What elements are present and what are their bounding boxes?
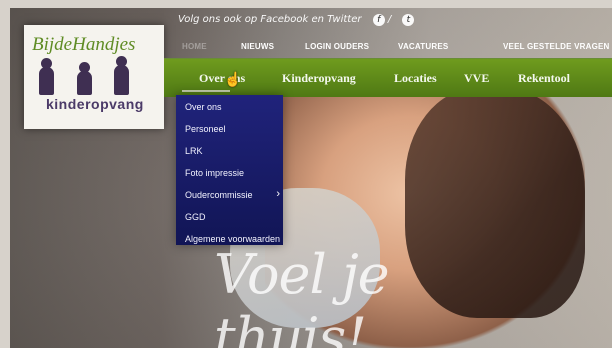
top-link-vacancies[interactable]: VACATURES	[398, 42, 448, 51]
dropdown-item-oudercommissie[interactable]: Oudercommissie	[185, 188, 280, 206]
hero-tagline: Voel je thuis!	[214, 243, 390, 348]
social-separator: /	[387, 14, 395, 25]
twitter-icon[interactable]: t	[402, 14, 415, 26]
top-link-home[interactable]: HOME	[182, 42, 207, 51]
nav-locaties[interactable]: Locaties	[394, 71, 437, 86]
facebook-icon[interactable]: f	[372, 14, 385, 26]
child-figure-icon	[114, 56, 129, 95]
social-text: Volg ons ook op Facebook en Twitter	[178, 14, 362, 25]
active-tab-indicator	[182, 90, 230, 92]
child-figure-icon	[77, 62, 92, 95]
nav-kinderopvang[interactable]: Kinderopvang	[282, 71, 356, 86]
dropdown-item-lrk[interactable]: LRK	[185, 146, 280, 162]
logo-wordmark: BijdeHandjes	[32, 34, 136, 55]
top-bar: Volg ons ook op Facebook en Twitter f / …	[172, 14, 612, 58]
dropdown-item-foto-impressie[interactable]: Foto impressie	[185, 168, 280, 184]
site-logo[interactable]: BijdeHandjes kinderopvang	[24, 25, 164, 129]
nav-rekentool[interactable]: Rekentool	[518, 71, 570, 86]
top-link-faq[interactable]: VEEL GESTELDE VRAGEN	[503, 42, 610, 51]
photo-frame: BijdeHandjes kinderopvang Volg ons ook o…	[0, 0, 612, 348]
website-screen: BijdeHandjes kinderopvang Volg ons ook o…	[10, 8, 612, 348]
mouse-cursor-icon	[224, 72, 241, 88]
logo-subtitle: kinderopvang	[46, 96, 144, 112]
logo-children-illustration	[39, 56, 139, 95]
top-link-login[interactable]: LOGIN OUDERS	[305, 42, 369, 51]
over-ons-dropdown: Over ons Personeel LRK Foto impressie Ou…	[176, 95, 283, 245]
social-links: Volg ons ook op Facebook en Twitter f / …	[178, 14, 415, 30]
dropdown-item-personeel[interactable]: Personeel	[185, 124, 280, 140]
nav-vve[interactable]: VVE	[464, 71, 489, 86]
dropdown-item-over-ons[interactable]: Over ons	[185, 102, 280, 118]
top-link-news[interactable]: NIEUWS	[241, 42, 274, 51]
child-figure-icon	[39, 58, 54, 95]
dropdown-item-ggd[interactable]: GGD	[185, 212, 280, 228]
utility-nav: HOME NIEUWS LOGIN OUDERS VACATURES VEEL …	[172, 42, 612, 58]
